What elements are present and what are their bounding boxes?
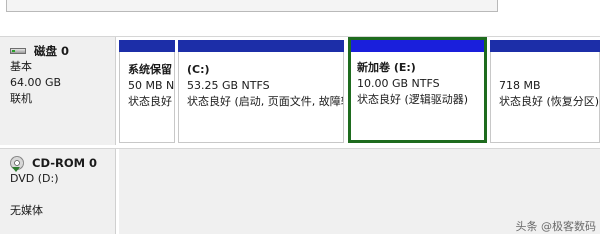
partition-bar: [119, 40, 175, 52]
partition-content: (C:) 53.25 GB NTFS 状态良好 (启动, 页面文件, 故障转储,…: [178, 52, 344, 143]
cdrom-0-title: CD-ROM 0: [10, 155, 115, 172]
watermark: 头条 @极客数码: [515, 220, 597, 233]
partition-size: 53.25 GB NTFS: [187, 79, 270, 92]
partition-bar: [348, 37, 487, 52]
disk-0-size: 64.00 GB: [10, 76, 62, 89]
disk-0-status: 联机: [10, 92, 32, 105]
previous-volume-list-strip: [0, 0, 600, 36]
partition-content: 新加卷 (E:) 10.00 GB NTFS 状态良好 (逻辑驱动器): [348, 52, 487, 143]
partition-name: (C:): [187, 63, 210, 76]
partition-status: 状态良好 (恢复分区): [499, 95, 600, 108]
partition-e-drive-selected[interactable]: 新加卷 (E:) 10.00 GB NTFS 状态良好 (逻辑驱动器): [348, 37, 487, 143]
partition-bar: [178, 40, 344, 52]
volume-list-scroll-area[interactable]: [6, 0, 498, 12]
partition-status: 状态良好 (逻辑驱动器): [357, 93, 469, 106]
partition-c-drive[interactable]: (C:) 53.25 GB NTFS 状态良好 (启动, 页面文件, 故障转储,…: [178, 40, 344, 143]
partition-name: [499, 62, 599, 78]
partition-size: 50 MB NTFS: [128, 79, 175, 92]
partition-status: 状态良好 (系统, 活动, 主分区): [128, 95, 174, 108]
hard-drive-icon: [10, 46, 26, 56]
cdrom-0-row: CD-ROM 0 DVD (D:) 无媒体 头条 @极客数码: [0, 148, 600, 234]
partition-size: 10.00 GB NTFS: [357, 77, 440, 90]
partition-name: 系统保留: [128, 63, 172, 76]
partition-status: 状态良好 (启动, 页面文件, 故障转储, 主分区): [187, 95, 343, 108]
partition-system-reserved[interactable]: 系统保留 50 MB NTFS 状态良好 (系统, 活动, 主分区): [119, 40, 175, 143]
partition-name: 新加卷 (E:): [357, 61, 416, 74]
cdrom-0-label: CD-ROM 0: [32, 156, 98, 170]
partition-content: 718 MB 状态良好 (恢复分区): [490, 52, 600, 143]
partition-bar: [490, 40, 600, 52]
disk-0-label: 磁盘 0: [34, 44, 70, 58]
disk-0-title: 磁盘 0: [10, 43, 115, 59]
cd-rom-icon: [10, 156, 24, 172]
partition-content: 系统保留 50 MB NTFS 状态良好 (系统, 活动, 主分区): [119, 52, 175, 143]
partition-size: 718 MB: [499, 79, 541, 92]
disk-0-partitions: 系统保留 50 MB NTFS 状态良好 (系统, 活动, 主分区) (C:) …: [119, 37, 600, 143]
cdrom-0-type: DVD (D:): [10, 172, 59, 185]
disk-0-type: 基本: [10, 60, 32, 73]
disk-0-row: 磁盘 0 基本 64.00 GB 联机 系统保留 50 MB NTFS 状态良好…: [0, 36, 600, 145]
cdrom-0-info[interactable]: CD-ROM 0 DVD (D:) 无媒体: [0, 149, 116, 234]
partition-recovery[interactable]: 718 MB 状态良好 (恢复分区): [490, 40, 600, 143]
disk-0-info[interactable]: 磁盘 0 基本 64.00 GB 联机: [0, 37, 116, 145]
cdrom-0-status: 无媒体: [10, 204, 43, 217]
